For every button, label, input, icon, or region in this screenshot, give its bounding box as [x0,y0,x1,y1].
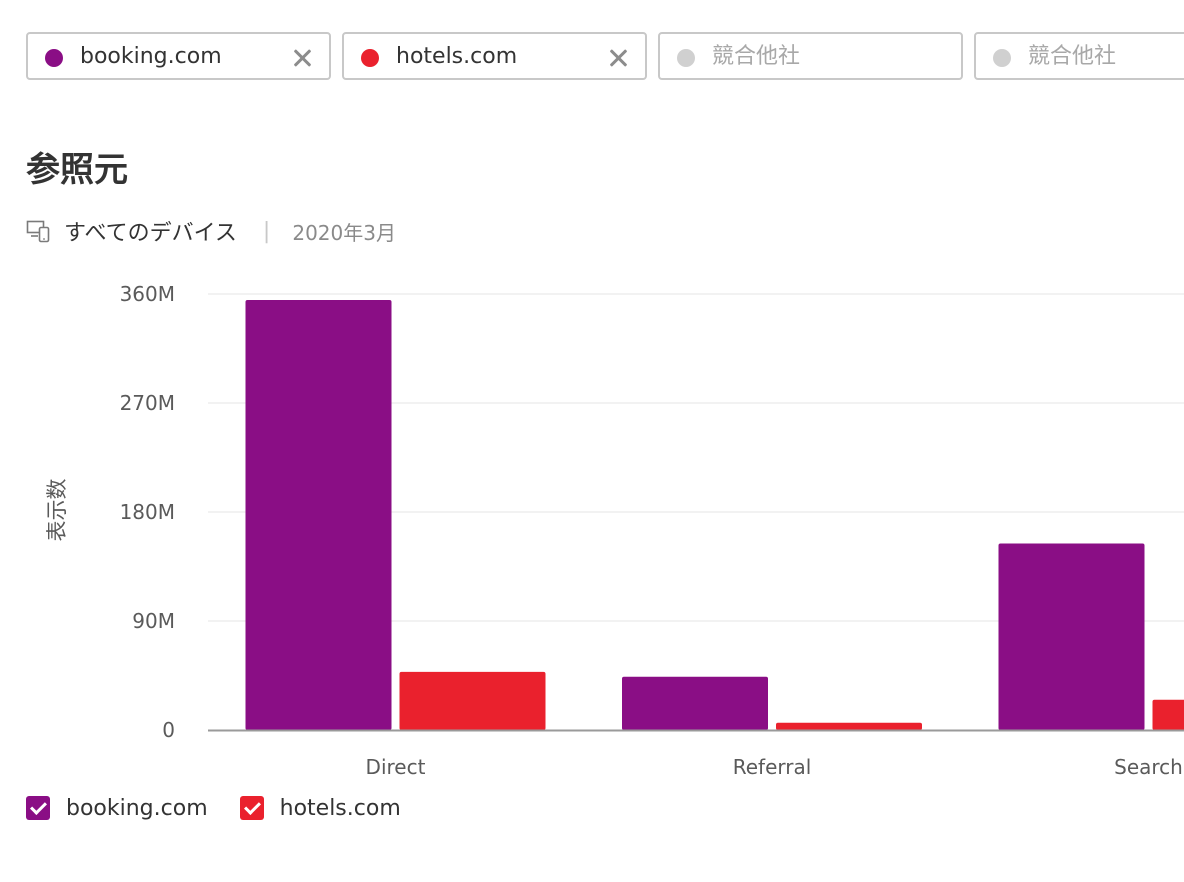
divider: | [262,218,271,244]
filter-line: すべてのデバイス | 2020年3月 [26,216,396,246]
traffic-sources-chart: 0 90M 180M 270M 360M 表示数 Direct Referral Searc… [45,282,1184,779]
legend-label: hotels.com [279,795,401,821]
chip-placeholder: 競合他社 [712,44,801,69]
placeholder-dot [993,49,1011,67]
chip-label: hotels.com [396,44,518,69]
y-axis-ticks: 0 90M 180M 270M 360M [120,282,175,742]
y-tick-label: 360M [120,282,175,306]
x-tick-label: Referral [733,755,812,779]
devices-icon [26,220,50,243]
close-icon[interactable] [291,47,313,69]
section-title: 参照元 [26,150,128,190]
y-tick-label: 0 [162,718,175,742]
legend-item-booking[interactable]: booking.com [26,796,208,821]
competitor-input-3[interactable]: 競合他社 [658,32,963,80]
bar-hotels-referral [776,722,922,730]
y-axis-label: 表示数 [45,479,69,542]
chip-placeholder: 競合他社 [1028,44,1117,69]
x-tick-label: Direct [366,755,426,779]
y-tick-label: 90M [132,609,175,633]
bars [245,300,1184,730]
legend-item-hotels[interactable]: hotels.com [239,795,401,821]
bar-booking-direct [245,300,392,730]
placeholder-dot [677,49,695,67]
chart-legend: booking.com hotels.com [26,794,433,822]
x-tick-label: Search [1114,755,1183,779]
close-icon[interactable] [607,47,629,69]
competitor-selector: booking.com hotels.com 競合他社 競合他社 [26,32,1184,84]
competitor-chip-1[interactable]: booking.com [26,32,331,80]
check-icon[interactable] [239,796,264,820]
site-color-dot [45,49,63,67]
bar-booking-search [998,543,1145,730]
bar-hotels-search [1152,699,1184,730]
check-icon[interactable] [26,796,50,820]
y-tick-label: 270M [120,391,175,415]
date-filter[interactable]: 2020年3月 [292,217,396,246]
site-color-dot [361,49,379,67]
bar-booking-referral [622,676,768,730]
chip-label: booking.com [80,44,222,69]
competitor-chip-2[interactable]: hotels.com [342,32,647,80]
x-axis-ticks: Direct Referral Search [366,755,1183,779]
y-tick-label: 180M [120,500,175,524]
device-filter[interactable]: すべてのデバイス [64,215,237,247]
legend-label: booking.com [66,795,208,821]
competitor-input-4[interactable]: 競合他社 [974,32,1184,80]
bar-hotels-direct [399,671,546,730]
